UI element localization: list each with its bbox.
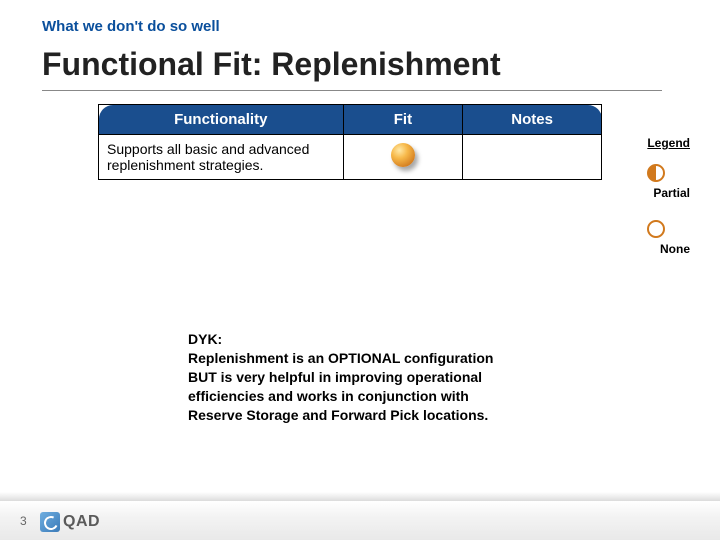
dyk-body: Replenishment is an OPTIONAL configurati… bbox=[188, 350, 493, 423]
cell-fit bbox=[343, 135, 463, 180]
col-header-fit: Fit bbox=[343, 105, 463, 135]
legend-item-partial: Partial bbox=[647, 164, 690, 200]
dyk-note: DYK: Replenishment is an OPTIONAL config… bbox=[188, 330, 508, 424]
brand-mark-icon bbox=[40, 512, 60, 532]
col-header-functionality: Functionality bbox=[99, 105, 344, 135]
partial-icon bbox=[647, 164, 665, 182]
col-header-notes: Notes bbox=[463, 105, 602, 135]
legend-label: Partial bbox=[647, 186, 690, 200]
page-number: 3 bbox=[20, 514, 27, 528]
title-divider bbox=[42, 90, 662, 91]
legend-item-none: None bbox=[647, 220, 690, 256]
fit-table: Functionality Fit Notes Supports all bas… bbox=[98, 104, 602, 180]
footer-shadow bbox=[0, 492, 720, 500]
dyk-prefix: DYK: bbox=[188, 331, 222, 347]
none-icon bbox=[647, 220, 665, 238]
legend-label: None bbox=[647, 242, 690, 256]
table-header-row: Functionality Fit Notes bbox=[99, 105, 602, 135]
cell-notes bbox=[463, 135, 602, 180]
cell-functionality: Supports all basic and advanced replenis… bbox=[99, 135, 344, 180]
brand-logo: QAD bbox=[40, 512, 100, 532]
table-row: Supports all basic and advanced replenis… bbox=[99, 135, 602, 180]
slide-subtitle: What we don't do so well bbox=[42, 18, 220, 35]
brand-text: QAD bbox=[63, 513, 100, 531]
legend-title: Legend bbox=[647, 136, 690, 150]
footer-bar bbox=[0, 500, 720, 540]
partial-fit-icon bbox=[391, 143, 415, 167]
slide-title: Functional Fit: Replenishment bbox=[42, 46, 501, 83]
legend: Legend Partial None bbox=[647, 136, 690, 276]
